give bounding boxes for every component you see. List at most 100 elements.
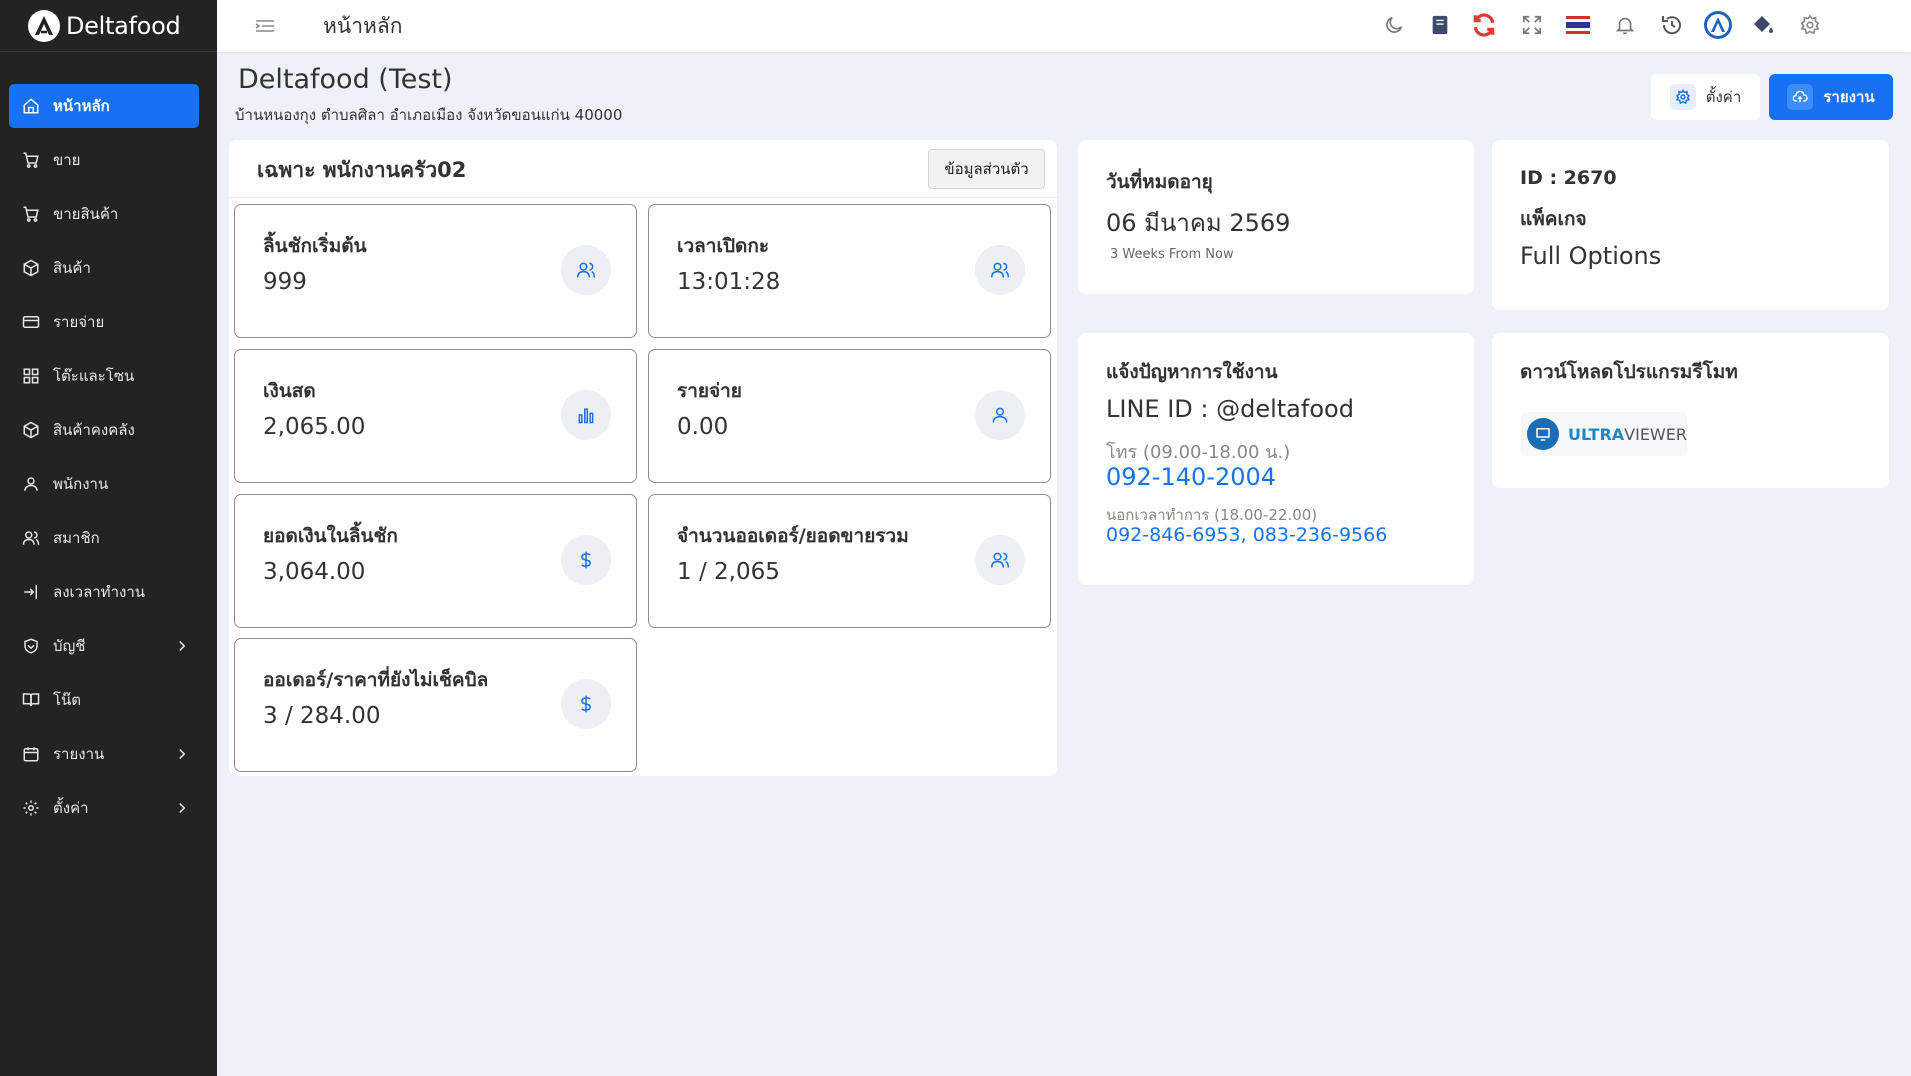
fullscreen-icon[interactable] [1517, 10, 1547, 40]
stat-card: ลิ้นชักเริ่มต้น 999 [234, 204, 637, 338]
settings-button-label: ตั้งค่า [1705, 88, 1742, 106]
package-id: ID : 2670 [1520, 167, 1617, 189]
home-icon [21, 96, 41, 116]
sidebar-item-label: ลงเวลาทำงาน [53, 583, 145, 601]
dollar-icon [561, 535, 611, 585]
stat-value: 0.00 [677, 414, 729, 440]
sidebar-item-settings[interactable]: ตั้งค่า [9, 786, 199, 830]
user-avatar-icon[interactable] [1703, 10, 1733, 40]
divider [229, 197, 1057, 198]
sync-icon[interactable] [1469, 10, 1499, 40]
sidebar-item-reports[interactable]: รายงาน [9, 732, 199, 776]
phone-link[interactable]: 092-140-2004 [1106, 463, 1276, 491]
monitor-icon [1527, 418, 1559, 450]
stat-label: ยอดเงินในลิ้นชัก [263, 525, 398, 547]
stat-card: ยอดเงินในลิ้นชัก 3,064.00 [234, 494, 637, 628]
box-icon [21, 420, 41, 440]
page-title: Deltafood (Test) [238, 64, 453, 95]
package-value: Full Options [1520, 242, 1662, 270]
expiry-label: วันที่หมดอายุ [1106, 171, 1213, 193]
stat-card: รายจ่าย 0.00 [648, 349, 1051, 483]
dollar-icon [561, 679, 611, 729]
stat-value: 3,064.00 [263, 559, 366, 585]
sidebar-item-label: สมาชิก [53, 529, 100, 547]
stat-value: 3 / 284.00 [263, 703, 381, 729]
sidebar-menu: หน้าหลัก ขาย ขายสินค้า สินค้า รายจ่าย โต… [0, 52, 217, 830]
sidebar-item-label: โน๊ต [53, 691, 82, 709]
expiry-relative: 3 Weeks From Now [1110, 247, 1234, 262]
users-icon [975, 245, 1025, 295]
panel-title: เฉพาะ พนักงานครัว02 [257, 158, 467, 182]
moon-icon[interactable] [1379, 10, 1409, 40]
report-button-label: รายงาน [1823, 88, 1875, 106]
stat-label: เวลาเปิดกะ [677, 235, 770, 257]
gear-icon[interactable] [1795, 10, 1825, 40]
app-name-prefix: ULTRA [1568, 424, 1625, 444]
sidebar-item-label: ตั้งค่า [53, 799, 89, 817]
support-card: แจ้งปัญหาการใช้งาน LINE ID : @deltafood … [1078, 333, 1474, 585]
grid-icon [21, 366, 41, 386]
calendar-icon [21, 744, 41, 764]
ultraviewer-download-link[interactable]: ULTRAVIEWER [1521, 412, 1687, 456]
stat-value: 999 [263, 269, 307, 295]
download-label: ดาวน์โหลดโปรแกรมรีโมท [1520, 361, 1738, 383]
thai-flag-icon[interactable] [1563, 10, 1593, 40]
open-book-icon [21, 690, 41, 710]
bar-chart-icon [561, 390, 611, 440]
stat-value: 2,065.00 [263, 414, 366, 440]
stat-card: เวลาเปิดกะ 13:01:28 [648, 204, 1051, 338]
box-icon [21, 258, 41, 278]
sidebar-item-clock-in[interactable]: ลงเวลาทำงาน [9, 570, 199, 614]
sidebar-item-sell[interactable]: ขาย [9, 138, 199, 182]
phone-separator: , [1240, 524, 1247, 546]
deltafood-logo-icon [28, 9, 60, 42]
sidebar-item-notes[interactable]: โน๊ต [9, 678, 199, 722]
brand[interactable]: Deltafood [0, 0, 217, 52]
login-icon [21, 582, 41, 602]
sidebar-item-label: บัญชี [53, 637, 86, 655]
brand-name: Deltafood [66, 11, 181, 40]
support-label: แจ้งปัญหาการใช้งาน [1106, 361, 1278, 383]
stat-label: เงินสด [263, 380, 316, 402]
sidebar-item-label: พนักงาน [53, 475, 109, 493]
page-address: บ้านหนองกุง ตำบลศิลา อำเภอเมือง จังหวัดข… [235, 106, 623, 124]
sidebar-item-inventory[interactable]: สินค้าคงคลัง [9, 408, 199, 452]
profile-button[interactable]: ข้อมูลส่วนตัว [928, 149, 1045, 189]
line-id: LINE ID : @deltafood [1106, 395, 1354, 423]
sidebar: Deltafood หน้าหลัก ขาย ขายสินค้า สินค้า … [0, 0, 217, 1076]
sidebar-item-tables-zones[interactable]: โต๊ะและโซน [9, 354, 199, 398]
sidebar-item-employees[interactable]: พนักงาน [9, 462, 199, 506]
package-card: ID : 2670 แพ็คเกจ Full Options [1492, 140, 1889, 310]
book-icon[interactable] [1425, 10, 1455, 40]
after-hours-phones: 092-846-6953, 083-236-9566 [1106, 524, 1387, 546]
menu-toggle-icon[interactable] [253, 14, 277, 38]
sidebar-item-accounts[interactable]: บัญชี [9, 624, 199, 668]
sidebar-item-label: ขาย [53, 151, 81, 169]
sidebar-item-products[interactable]: สินค้า [9, 246, 199, 290]
phone-hours: โทร (09.00-18.00 น.) [1106, 442, 1291, 463]
topbar: หน้าหลัก [217, 0, 1911, 52]
cloud-upload-icon [1787, 84, 1814, 110]
sidebar-item-sell-products[interactable]: ขายสินค้า [9, 192, 199, 236]
users-icon [975, 535, 1025, 585]
download-card: ดาวน์โหลดโปรแกรมรีโมท ULTRAVIEWER [1492, 333, 1889, 488]
bell-icon[interactable] [1610, 10, 1640, 40]
user-icon [21, 474, 41, 494]
after-hours-phone-link[interactable]: 092-846-6953 [1106, 524, 1241, 546]
report-button[interactable]: รายงาน [1769, 74, 1893, 120]
after-hours-phone-link[interactable]: 083-236-9566 [1253, 524, 1388, 546]
chevron-right-icon [179, 748, 186, 760]
history-icon[interactable] [1657, 10, 1687, 40]
stat-label: จำนวนออเดอร์/ยอดขายรวม [677, 525, 909, 547]
topbar-title: หน้าหลัก [323, 14, 403, 38]
staff-summary-panel: เฉพาะ พนักงานครัว02 ข้อมูลส่วนตัว ลิ้นชั… [229, 140, 1057, 776]
sidebar-item-expenses[interactable]: รายจ่าย [9, 300, 199, 344]
cart-icon [21, 204, 41, 224]
paint-bucket-icon[interactable] [1748, 10, 1778, 40]
expiry-card: วันที่หมดอายุ 06 มีนาคม 2569 3 Weeks Fro… [1078, 140, 1474, 294]
sidebar-item-members[interactable]: สมาชิก [9, 516, 199, 560]
sidebar-item-home[interactable]: หน้าหลัก [9, 84, 199, 128]
stat-label: รายจ่าย [677, 380, 742, 402]
app-name-suffix: VIEWER [1624, 424, 1687, 444]
settings-button[interactable]: ตั้งค่า [1651, 74, 1760, 120]
